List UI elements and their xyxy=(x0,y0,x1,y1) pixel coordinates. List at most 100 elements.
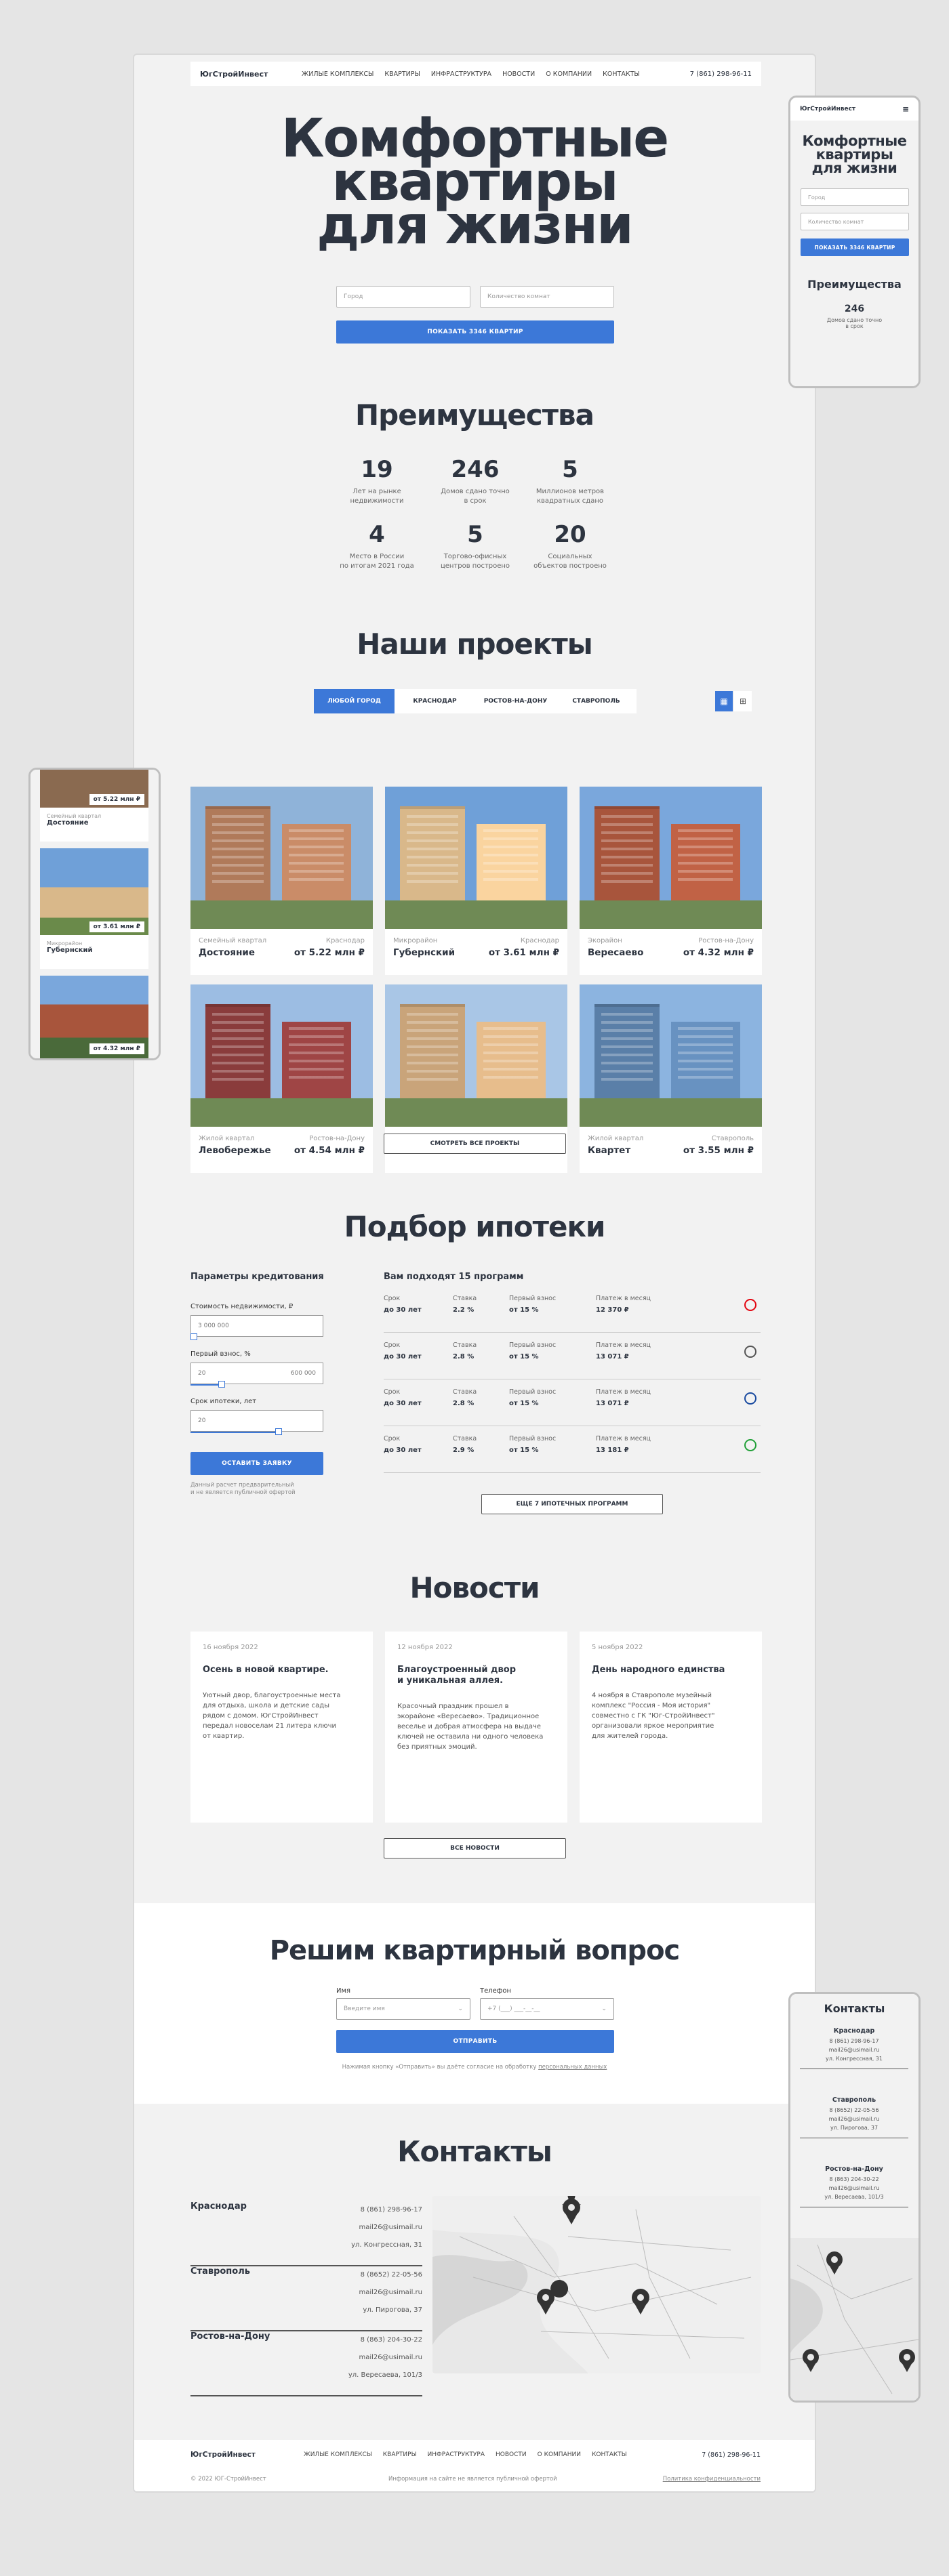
rooms-select[interactable]: Количество комнат xyxy=(480,286,614,308)
program-pay: 13 071 ₽ xyxy=(596,1353,629,1360)
mobile-show-button[interactable]: ПОКАЗАТЬ 3346 КВАРТИР xyxy=(801,238,909,256)
mobile-contact-phone[interactable]: 8 (8652) 22-05-56 xyxy=(800,2106,908,2115)
mobile-project-image-1[interactable]: от 5.22 млн ₽ xyxy=(40,770,148,808)
header: ЮгСтройИнвест ЖИЛЫЕ КОМПЛЕКСЫ КВАРТИРЫ И… xyxy=(190,62,761,86)
footer-nav-complexes[interactable]: ЖИЛЫЕ КОМПЛЕКСЫ xyxy=(304,2451,372,2458)
mortgage-submit-button[interactable]: ОСТАВИТЬ ЗАЯВКУ xyxy=(190,1452,323,1475)
city-tabs: ЛЮБОЙ ГОРОД КРАСНОДАР РОСТОВ-НА-ДОНУ СТА… xyxy=(314,689,637,713)
contact-phone[interactable]: 8 (8652) 22-05-56 xyxy=(359,2266,422,2284)
tab-any-city[interactable]: ЛЮБОЙ ГОРОД xyxy=(314,689,395,713)
program-row[interactable]: Срок до 30 лет Ставка 2.8 % Первый взнос от… xyxy=(384,1335,761,1379)
news-card[interactable]: 5 ноября 2022 День народного единства 4 … xyxy=(580,1632,762,1823)
mobile-map[interactable] xyxy=(790,2238,918,2401)
phone-input[interactable]: +7 (___) ___-__-__ ⌄ xyxy=(480,1998,614,2020)
copyright: © 2022 ЮГ-СтройИнвест xyxy=(190,2476,266,2482)
program-term: до 30 лет xyxy=(384,1306,422,1314)
nav-item-complexes[interactable]: ЖИЛЫЕ КОМПЛЕКСЫ xyxy=(302,70,373,78)
term-slider-thumb[interactable] xyxy=(275,1428,282,1435)
send-button[interactable]: ОТПРАВИТЬ xyxy=(336,2030,614,2053)
mobile-logo[interactable]: ЮгСтройИнвест xyxy=(800,106,855,112)
show-apartments-button[interactable]: ПОКАЗАТЬ 3346 КВАРТИР xyxy=(336,320,614,344)
contact-email[interactable]: mail26@usimail.ru xyxy=(348,2349,422,2367)
mobile-rooms-select[interactable]: Количество комнат xyxy=(801,213,909,230)
cost-input[interactable]: 3 000 000 xyxy=(190,1315,323,1337)
mobile-city-select[interactable]: Город xyxy=(801,188,909,206)
desktop-page: ЮгСтройИнвест ЖИЛЫЕ КОМПЛЕКСЫ КВАРТИРЫ И… xyxy=(133,54,816,2493)
term-input[interactable]: 20 xyxy=(190,1410,323,1432)
contact-email[interactable]: mail26@usimail.ru xyxy=(359,2284,422,2302)
program-rate: 2.9 % xyxy=(453,1447,474,1454)
contact-phone[interactable]: 8 (861) 298-96-17 xyxy=(351,2201,422,2219)
footer-nav-contacts[interactable]: КОНТАКТЫ xyxy=(592,2451,627,2458)
mobile-contact-phone[interactable]: 8 (861) 298-96-17 xyxy=(800,2037,908,2045)
footer-logo[interactable]: ЮгСтройИнвест xyxy=(190,2451,256,2459)
logo[interactable]: ЮгСтройИнвест xyxy=(200,70,302,79)
privacy-policy-link[interactable]: Политика конфиденциальности xyxy=(663,2476,761,2482)
more-programs-button[interactable]: ЕЩЕ 7 ИПОТЕЧНЫХ ПРОГРАММ xyxy=(481,1494,663,1514)
nav-item-contacts[interactable]: КОНТАКТЫ xyxy=(603,70,640,78)
cost-slider-thumb[interactable] xyxy=(190,1333,197,1340)
footer-nav-news[interactable]: НОВОСТИ xyxy=(496,2451,527,2458)
project-card[interactable]: Семейный квартал Краснодар Достояние от 5.… xyxy=(190,787,373,975)
mobile-project-image-3[interactable]: от 4.32 млн ₽ xyxy=(40,976,148,1058)
project-city: Ростов-на-Дону xyxy=(698,937,754,944)
footer-nav-infrastructure[interactable]: ИНФРАСТРУКТУРА xyxy=(428,2451,485,2458)
mobile-contact-email[interactable]: mail26@usimail.ru xyxy=(800,2184,908,2193)
city-select[interactable]: Город xyxy=(336,286,470,308)
footer-nav-apartments[interactable]: КВАРТИРЫ xyxy=(383,2451,417,2458)
mobile-contact-email[interactable]: mail26@usimail.ru xyxy=(800,2045,908,2054)
nav-item-news[interactable]: НОВОСТИ xyxy=(502,70,535,78)
nav-item-apartments[interactable]: КВАРТИРЫ xyxy=(384,70,420,78)
mobile-contact-phone[interactable]: 8 (863) 204-30-22 xyxy=(800,2175,908,2184)
header-phone[interactable]: 7 (861) 298-96-11 xyxy=(690,70,752,78)
all-news-button[interactable]: ВСЕ НОВОСТИ xyxy=(384,1838,566,1858)
down-payment-input[interactable]: 20 600 000 xyxy=(190,1363,323,1384)
tab-stavropol[interactable]: СТАВРОПОЛЬ xyxy=(556,689,637,713)
program-down: от 15 % xyxy=(509,1447,539,1454)
map-view-icon[interactable]: ⊞ xyxy=(734,691,752,711)
program-row[interactable]: Срок до 30 лет Ставка 2.8 % Первый взнос от… xyxy=(384,1382,761,1426)
mobile-contact-email[interactable]: mail26@usimail.ru xyxy=(800,2115,908,2123)
col-term-label: Срок xyxy=(384,1435,401,1442)
request-section: Решим квартирный вопрос Имя Введите имя ⌄… xyxy=(134,1903,815,2104)
col-down-label: Первый взнос xyxy=(509,1388,557,1396)
name-input[interactable]: Введите имя ⌄ xyxy=(336,1998,470,2020)
tab-rostov[interactable]: РОСТОВ-НА-ДОНУ xyxy=(475,689,556,713)
tab-krasnodar[interactable]: КРАСНОДАР xyxy=(395,689,475,713)
down-payment-thumb[interactable] xyxy=(218,1381,225,1388)
program-row[interactable]: Срок до 30 лет Ставка 2.9 % Первый взнос от… xyxy=(384,1428,761,1473)
cost-label: Стоимость недвижимости, ₽ xyxy=(190,1303,294,1310)
nav-item-infrastructure[interactable]: ИНФРАСТРУКТУРА xyxy=(431,70,491,78)
term-slider[interactable] xyxy=(190,1432,279,1433)
project-price: от 5.22 млн ₽ xyxy=(294,947,365,958)
program-row[interactable]: Срок до 30 лет Ставка 2.2 % Первый взнос от… xyxy=(384,1288,761,1333)
project-card[interactable]: Жилой квартал Ростов-на-Дону Левобережье о… xyxy=(190,984,373,1173)
stat-rank: 4 Место в России по итогам 2021 года xyxy=(340,521,414,570)
contact-email[interactable]: mail26@usimail.ru xyxy=(351,2219,422,2237)
news-card[interactable]: 16 ноября 2022 Осень в новой квартире. У… xyxy=(190,1632,373,1823)
grid-view-icon[interactable]: ▦ xyxy=(715,691,733,711)
mobile-price-1: от 5.22 млн ₽ xyxy=(89,794,144,805)
footer-phone[interactable]: 7 (861) 298-96-11 xyxy=(702,2451,761,2459)
mobile-hero-title: Комфортные квартиры для жизни xyxy=(802,133,907,176)
contact-city: Краснодар xyxy=(190,2201,247,2211)
menu-icon[interactable]: ≡ xyxy=(902,104,909,114)
news-title: Новости xyxy=(409,1571,540,1604)
nav-item-about[interactable]: О КОМПАНИИ xyxy=(546,70,592,78)
contacts-map[interactable] xyxy=(432,2196,761,2373)
all-projects-button[interactable]: СМОТРЕТЬ ВСЕ ПРОЕКТЫ xyxy=(384,1134,566,1154)
mobile-map-graphic xyxy=(790,2244,918,2394)
mobile-project-image-2[interactable]: от 3.61 млн ₽ xyxy=(40,848,148,935)
project-card[interactable]: Микрорайон Краснодар Губернский от 3.61 мл… xyxy=(385,787,567,975)
term-label: Срок ипотеки, лет xyxy=(190,1398,257,1405)
footer-nav-about[interactable]: О КОМПАНИИ xyxy=(538,2451,581,2458)
project-card[interactable]: Жилой квартал Ставрополь Квартет от 3.55 м… xyxy=(580,984,762,1173)
project-card[interactable]: Экорайон Ростов-на-Дону Вересаево от 4.32 … xyxy=(580,787,762,975)
mobile-price-3: от 4.32 млн ₽ xyxy=(89,1043,144,1054)
program-rate: 2.8 % xyxy=(453,1400,474,1407)
privacy-link[interactable]: персональных данных xyxy=(538,2064,607,2071)
contact-phone[interactable]: 8 (863) 204-30-22 xyxy=(348,2331,422,2349)
program-rate: 2.8 % xyxy=(453,1353,474,1360)
disclaimer: Информация на сайте не является публично… xyxy=(388,2476,557,2482)
news-card[interactable]: 12 ноября 2022 Благоустроенный двор и уни… xyxy=(385,1632,567,1823)
